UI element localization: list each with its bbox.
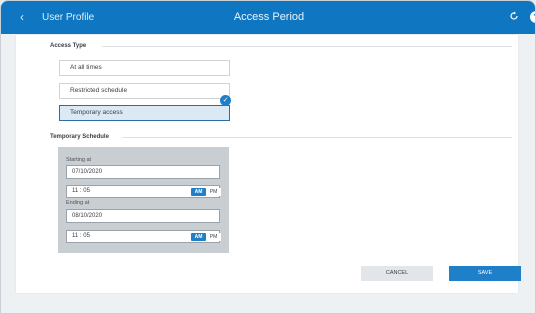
starting-label: Starting at [66,157,92,163]
start-time-value: 11 : 05 [72,188,90,194]
option-temporary-access[interactable]: Temporary access [59,105,230,121]
ending-label: Ending at [66,200,90,206]
section-label-temporary-schedule: Temporary Schedule [50,134,109,140]
check-icon: ✓ [220,95,231,106]
section-label-access-type: Access Type [50,43,87,49]
start-pm-toggle[interactable]: PM [206,188,221,196]
option-label: Temporary access [70,109,123,116]
option-label: Restricted schedule [70,87,128,94]
start-am-toggle[interactable]: AM [191,188,206,196]
start-date-input[interactable]: 07/10/2020 [66,165,220,179]
option-restricted-schedule[interactable]: Restricted schedule [59,83,230,99]
end-time-value: 11 : 05 [72,233,90,239]
content-panel: Access Type At all times Restricted sche… [16,35,521,293]
save-button[interactable]: SAVE [449,266,521,281]
end-pm-toggle[interactable]: PM [206,233,221,241]
start-time-input[interactable]: 11 : 05 AM PM [66,185,221,198]
option-at-all-times[interactable]: At all times [59,60,230,76]
option-label: At all times [70,64,102,71]
section-divider [122,137,512,138]
app-window: ‹ User Profile Access Period ? Access Ty… [0,0,536,314]
cancel-button[interactable]: CANCEL [361,266,433,281]
title-bar: ‹ User Profile Access Period ? [1,1,535,34]
refresh-icon[interactable] [509,11,519,21]
help-icon[interactable]: ? [530,11,535,23]
section-divider [102,46,512,47]
page-title: Access Period [233,11,305,23]
end-time-input[interactable]: 11 : 05 AM PM [66,230,221,243]
end-am-toggle[interactable]: AM [191,233,206,241]
end-date-input[interactable]: 08/10/2020 [66,209,220,223]
